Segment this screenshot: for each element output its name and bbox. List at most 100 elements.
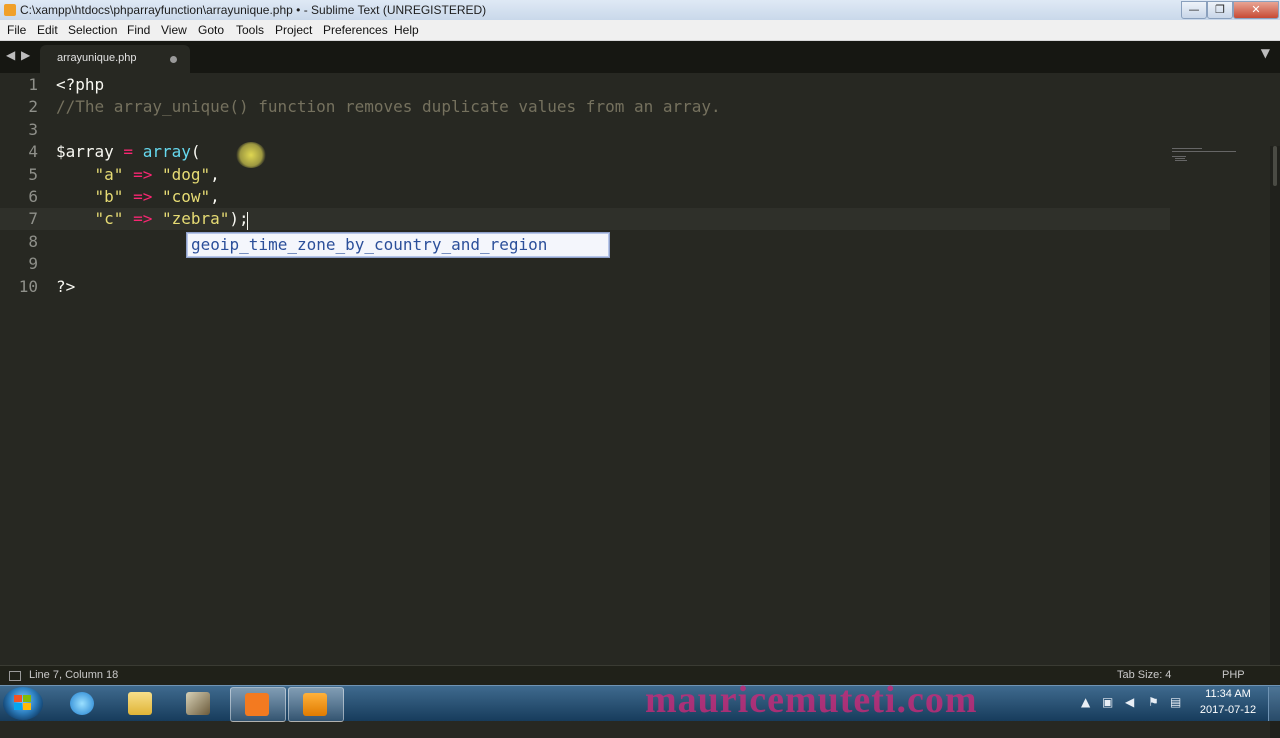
minimize-button[interactable]: — [1181,1,1207,19]
tray-device-icon[interactable]: ▣ [1102,695,1113,709]
taskbar: ▲ ▣ ◀ ⚑ ▤ [0,685,1280,722]
menu-file[interactable]: File [7,23,26,37]
menu-preferences[interactable]: Preferences [323,23,388,37]
code-token: "b" [94,187,124,206]
window-title: C:\xampp\htdocs\phparrayfunction\arrayun… [20,3,487,17]
syntax-indicator[interactable]: PHP [1222,669,1245,681]
line-number: 4 [28,142,38,162]
installer-icon [186,692,210,715]
tray-expand-icon[interactable]: ▲ [1081,695,1090,709]
text-caret [247,212,248,230]
menu-view[interactable]: View [161,23,187,37]
code-token: => [123,187,162,206]
network-icon[interactable]: ▤ [1170,695,1181,709]
taskbar-xampp[interactable] [230,687,286,722]
code-token: , [210,164,220,184]
tab-bar: ◀ ▶ arrayunique.php ▼ [0,41,1280,73]
menu-selection[interactable]: Selection [68,23,117,37]
code-token: , [210,187,220,206]
watermark-text: mauricemuteti.com [645,679,978,721]
line-number: 2 [28,97,38,117]
tab-nav-left-icon[interactable]: ◀ [6,48,15,62]
scrollbar-thumb[interactable] [1273,146,1277,186]
code-token: "zebra" [161,209,230,229]
code-token: => [123,164,162,184]
show-desktop-button[interactable] [1268,687,1280,721]
code-token: array [142,142,191,162]
code-text: "a" => "dog", [56,164,220,186]
folder-icon [128,692,152,715]
line-number: 8 [28,231,38,251]
code-line[interactable]: 5 "a" => "dog", [0,164,1170,186]
code-text: <?php [56,74,104,96]
maximize-button[interactable]: ❐ [1207,1,1233,19]
code-token: "c" [94,209,124,229]
xampp-icon [245,693,269,716]
code-line[interactable]: 7 "c" => "zebra"); [0,208,1170,231]
menu-bar: File Edit Selection Find View Goto Tools… [0,20,1280,41]
code-token: <?php [56,75,105,94]
autocomplete-popup[interactable]: geoip_time_zone_by_country_and_region [186,232,610,258]
taskbar-file-explorer[interactable] [114,687,168,720]
line-number: 9 [28,254,38,274]
taskbar-installer[interactable] [172,687,226,720]
sublime-app-icon [4,4,16,16]
code-text: $array = array( [56,141,201,163]
code-line[interactable]: 4 $array = array( [0,141,1170,163]
line-number: 1 [28,75,38,94]
start-button[interactable] [3,687,43,720]
title-bar: C:\xampp\htdocs\phparrayfunction\arrayun… [0,0,1280,21]
code-editor[interactable]: 1 <?php 2 //The array_unique() function rem… [0,73,1280,738]
vertical-scrollbar[interactable] [1270,146,1280,738]
clock-time[interactable]: 11:34 AM [1198,688,1258,700]
code-line[interactable]: 2 //The array_unique() function removes d… [0,96,1170,118]
tab-arrayunique[interactable]: arrayunique.php [40,45,190,73]
code-token: = [113,142,143,162]
code-token: => [123,209,162,229]
code-token: "a" [94,164,124,184]
panel-toggle-icon[interactable] [9,671,21,681]
taskbar-sublime-text[interactable] [288,687,344,722]
code-text: ?> [56,276,75,298]
status-bar: Line 7, Column 18 Tab Size: 4 PHP [0,665,1280,686]
sublime-text-icon [303,693,327,716]
code-token: $array [56,142,114,162]
taskbar-internet-explorer[interactable] [56,687,110,720]
code-line[interactable]: 10 ?> [0,276,1170,298]
menu-find[interactable]: Find [127,23,150,37]
minimap[interactable] [1172,147,1237,163]
internet-explorer-icon [70,692,94,715]
close-button[interactable]: ✕ [1233,1,1279,19]
line-number: 7 [28,209,38,229]
code-line[interactable]: 6 "b" => "cow", [0,186,1170,208]
menu-edit[interactable]: Edit [37,23,58,37]
cursor-position: Line 7, Column 18 [29,669,119,681]
clock-date[interactable]: 2017-07-12 [1198,704,1258,716]
tab-size-indicator[interactable]: Tab Size: 4 [1117,669,1171,681]
menu-project[interactable]: Project [275,23,312,37]
autocomplete-item[interactable]: geoip_time_zone_by_country_and_region [191,235,547,254]
volume-icon[interactable]: ◀ [1125,695,1134,709]
code-token: ); [229,209,249,229]
action-center-flag-icon[interactable]: ⚑ [1148,695,1159,709]
line-number: 3 [28,119,38,139]
line-number: 5 [28,164,38,184]
code-text: //The array_unique() function removes du… [56,96,721,118]
tab-label: arrayunique.php [57,52,137,64]
menu-goto[interactable]: Goto [198,23,224,37]
code-line[interactable]: 1 <?php [0,74,1170,96]
menu-help[interactable]: Help [394,23,419,37]
windows-logo-icon [14,695,32,711]
menu-tools[interactable]: Tools [236,23,264,37]
code-token: //The array_unique() function removes du… [56,97,721,117]
tab-nav-right-icon[interactable]: ▶ [21,48,30,62]
tab-dropdown-icon[interactable]: ▼ [1261,46,1270,60]
code-line[interactable]: 3 [0,119,1170,141]
unsaved-dot-icon[interactable] [170,56,177,63]
mouse-highlight [236,142,266,168]
code-token: ( [190,142,201,162]
line-number: 10 [18,276,38,296]
